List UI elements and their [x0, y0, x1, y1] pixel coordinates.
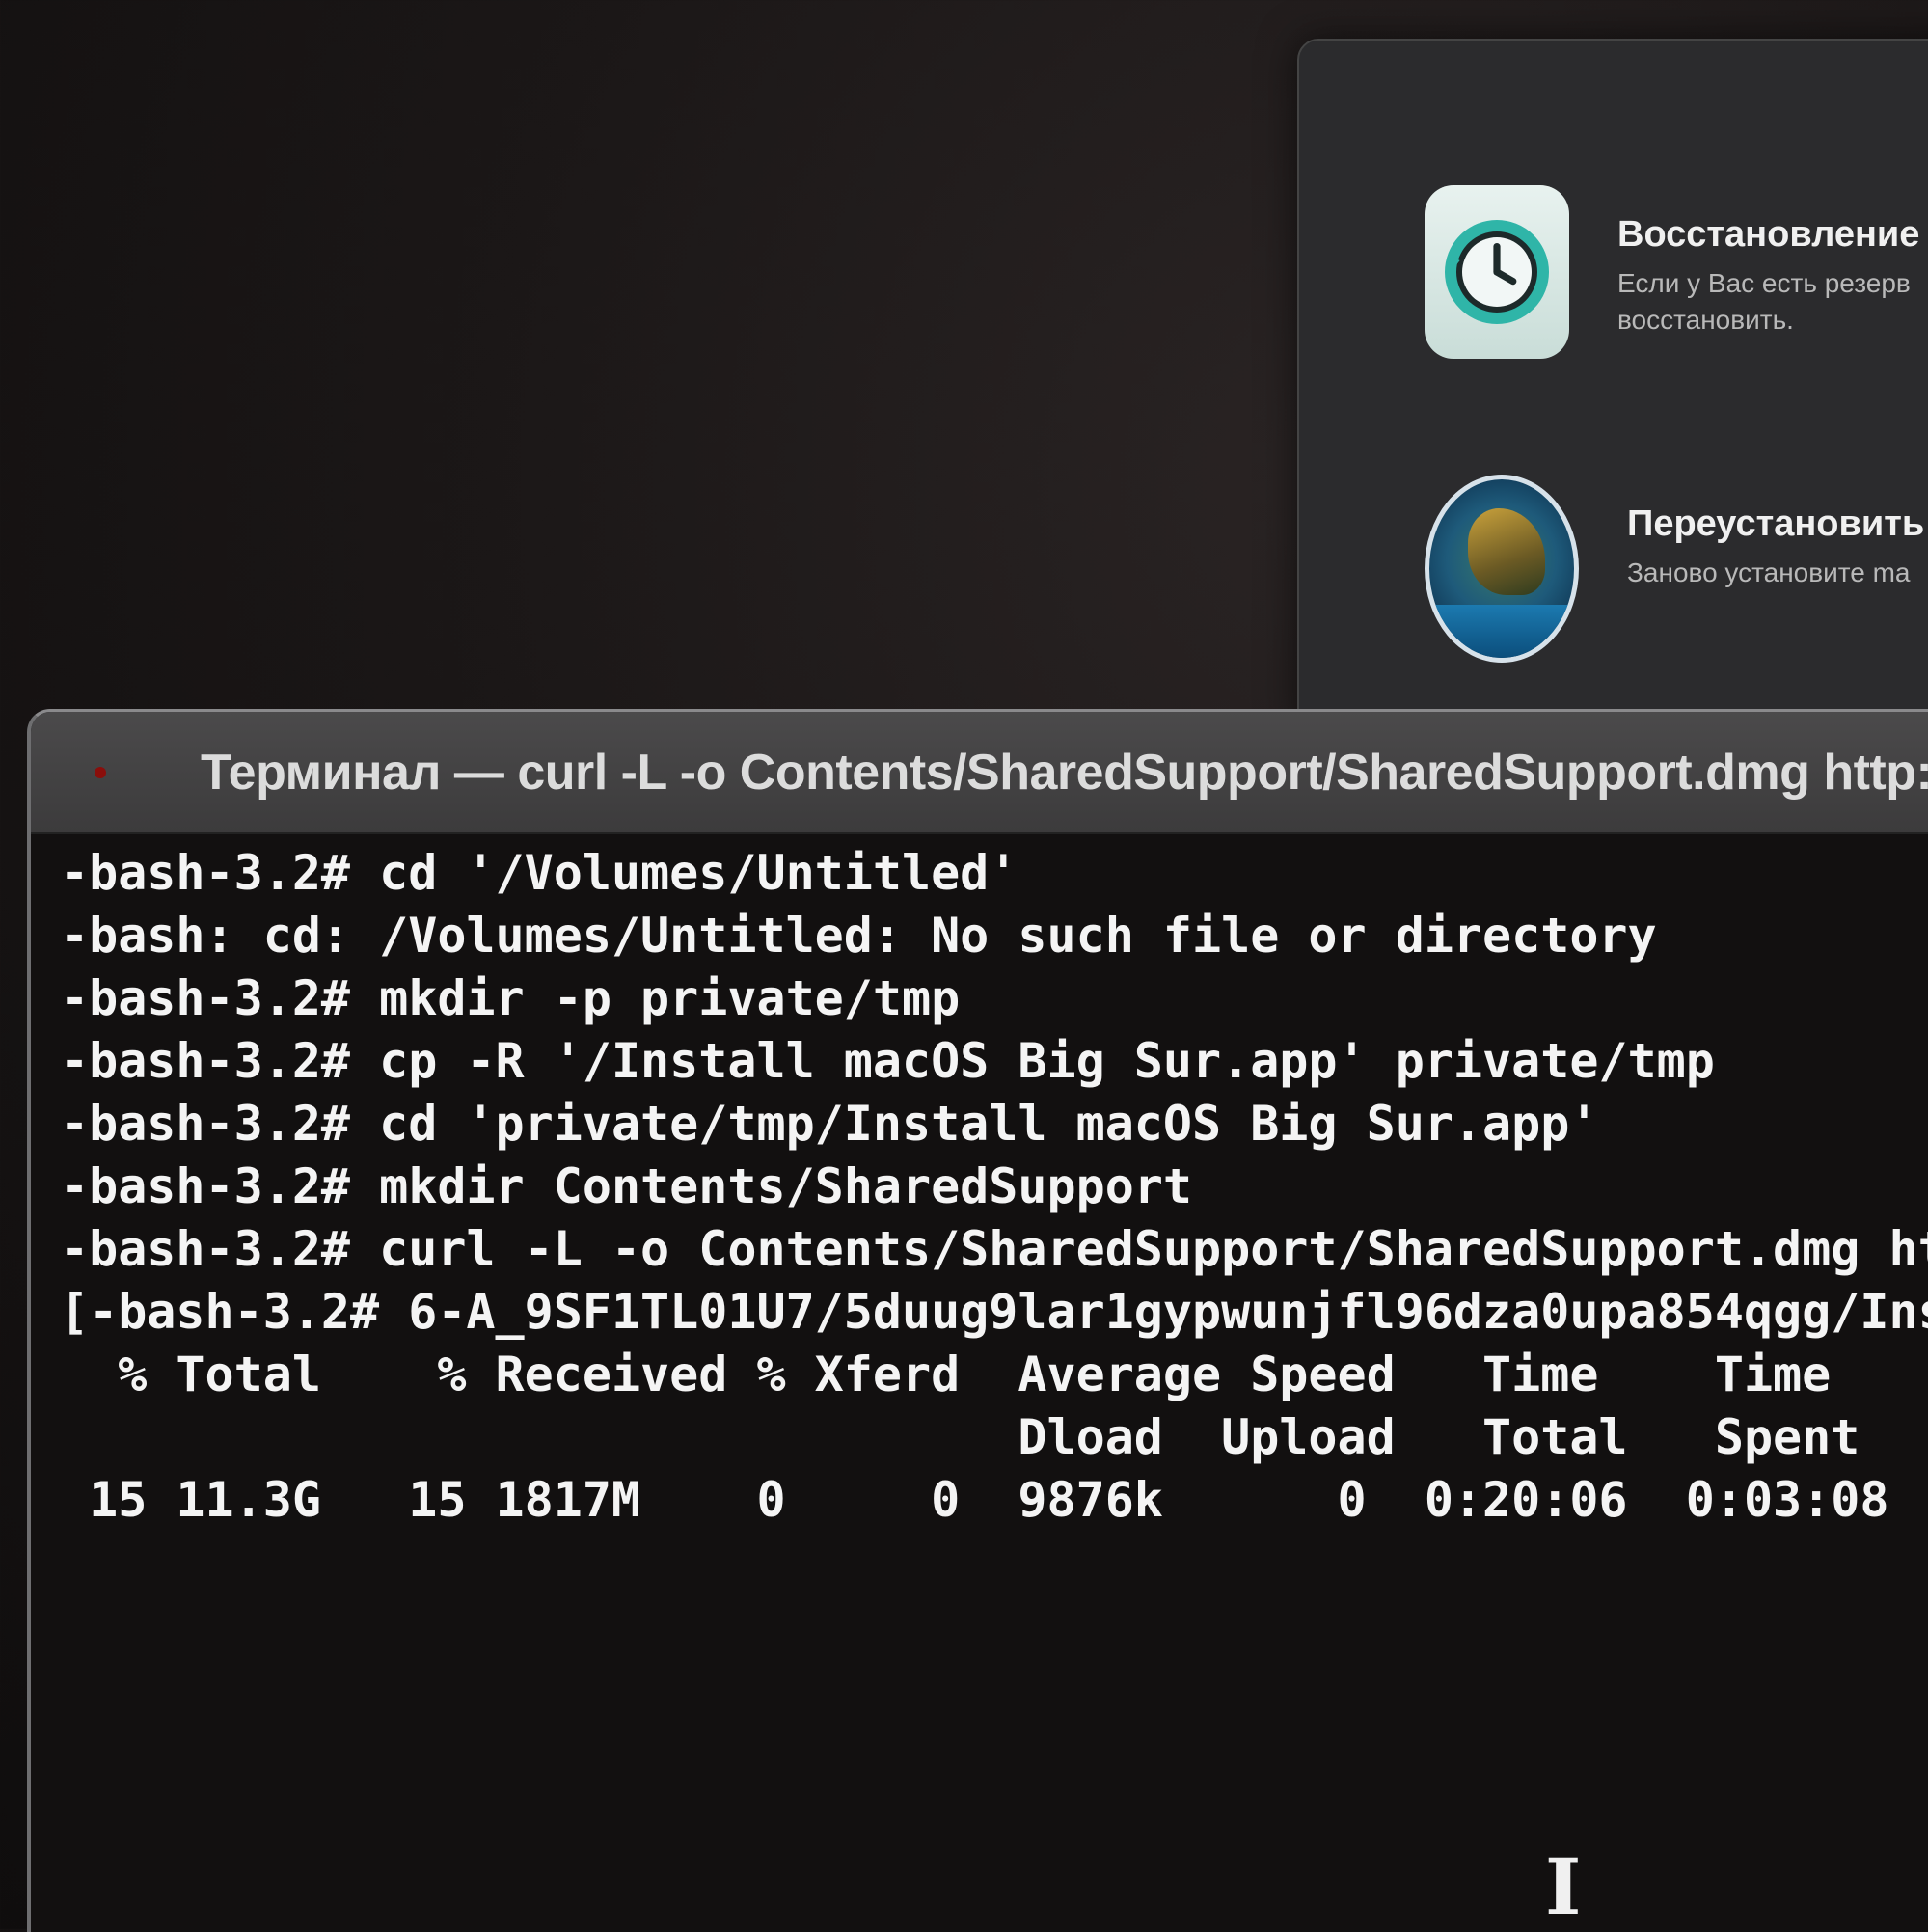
- terminal-line: % Total % Received % Xferd Average Speed…: [118, 1347, 1832, 1402]
- terminal-line: [-bash-3.2# 6-A_9SF1TL01U7/5duug9lar1gyp…: [60, 1284, 1928, 1340]
- terminal-line: -bash-3.2# cd '/Volumes/Untitled': [60, 845, 1018, 901]
- reinstall-macos-option[interactable]: Переустановить ma Заново установите ma: [1425, 475, 1928, 663]
- terminal-line: -bash-3.2# mkdir -p private/tmp: [60, 970, 961, 1026]
- big-sur-icon: [1425, 475, 1579, 663]
- terminal-line: -bash: cd: /Volumes/Untitled: No such fi…: [60, 908, 1657, 964]
- terminal-window[interactable]: Терминал — curl -L -o Contents/SharedSup…: [27, 709, 1928, 1932]
- terminal-line: 15 11.3G 15 1817M 0 0 9876k 0 0:20:06 0:…: [89, 1472, 1889, 1528]
- restore-description: Если у Вас есть резерв восстановить.: [1617, 265, 1928, 339]
- terminal-line: Dload Upload Total Spent Left Speed: [1018, 1409, 1860, 1465]
- restore-time-machine-option[interactable]: Восстановление из Ti Если у Вас есть рез…: [1425, 185, 1928, 359]
- terminal-titlebar[interactable]: Терминал — curl -L -o Contents/SharedSup…: [31, 712, 1928, 834]
- text-cursor-icon: I: [1545, 1841, 1582, 1932]
- terminal-line: -bash-3.2# cd 'private/tmp/Install macOS…: [60, 1096, 1599, 1152]
- terminal-line: -bash-3.2# cp -R '/Install macOS Big Sur…: [60, 1033, 1715, 1089]
- terminal-output[interactable]: -bash-3.2# cd '/Volumes/Untitled' -bash:…: [60, 835, 1928, 1932]
- terminal-line: -bash-3.2# curl -L -o Contents/SharedSup…: [60, 1221, 1928, 1277]
- reinstall-description: Заново установите ma: [1627, 558, 1911, 587]
- window-title: Терминал — curl -L -o Contents/SharedSup…: [201, 744, 1928, 801]
- restore-desc-line-1: Если у Вас есть резерв: [1617, 268, 1911, 298]
- reinstall-title: Переустановить ma: [1627, 503, 1928, 544]
- time-machine-icon: [1425, 185, 1569, 359]
- restore-title: Восстановление из Ti: [1617, 214, 1928, 255]
- recovery-utilities-window: Восстановление из Ti Если у Вас есть рез…: [1297, 39, 1928, 737]
- terminal-line: -bash-3.2# mkdir Contents/SharedSupport: [60, 1158, 1192, 1214]
- restore-desc-line-2: восстановить.: [1617, 305, 1794, 335]
